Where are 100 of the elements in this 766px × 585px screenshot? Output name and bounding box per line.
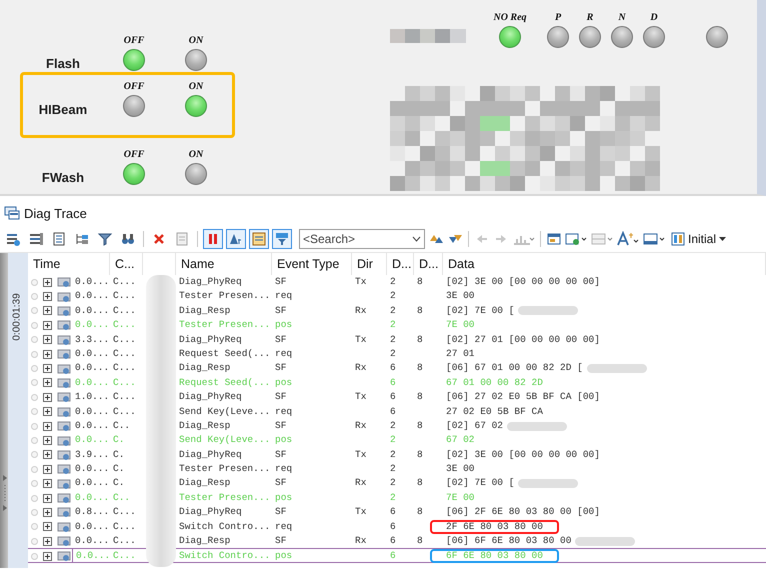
table-cell: 0.0... bbox=[75, 404, 110, 419]
bullet-icon bbox=[31, 365, 38, 372]
table-cell-text: 8 bbox=[417, 505, 423, 520]
column-header[interactable]: Dir bbox=[352, 253, 387, 275]
font-icon[interactable] bbox=[617, 231, 640, 247]
table-cell-text: SF bbox=[275, 304, 286, 318]
caret-icon[interactable] bbox=[412, 236, 421, 242]
lamp-caption: P bbox=[554, 12, 562, 24]
table-cell: 0.0... bbox=[75, 462, 110, 476]
column-header[interactable]: Name bbox=[176, 253, 272, 275]
toolbar-button[interactable] bbox=[203, 229, 223, 249]
expand-icon[interactable] bbox=[43, 350, 52, 359]
table-cell-text: Diag_PhyReq bbox=[179, 505, 242, 520]
table-cell-text: Rx bbox=[355, 418, 366, 433]
table-cell: C... bbox=[113, 332, 136, 347]
table-cell-text: 6 bbox=[390, 390, 396, 404]
bullet-icon bbox=[31, 350, 38, 358]
list-icon bbox=[5, 231, 21, 247]
table-cell-text: Tx bbox=[355, 448, 366, 462]
window-icon[interactable] bbox=[565, 231, 588, 247]
table-cell: 2 bbox=[390, 332, 396, 347]
table-cell-text: Diag_Resp bbox=[179, 304, 230, 318]
message-icon bbox=[57, 348, 71, 360]
table-cell-text: SF bbox=[275, 505, 286, 520]
column-header[interactable]: C... bbox=[110, 253, 143, 275]
table-cell: Tester Presen... bbox=[179, 462, 270, 476]
table-cell-text: C.. bbox=[113, 418, 130, 433]
message-icon bbox=[57, 319, 71, 332]
expand-icon[interactable] bbox=[43, 335, 52, 344]
expand-icon[interactable] bbox=[43, 278, 52, 287]
column-header[interactable]: D... bbox=[387, 253, 414, 275]
search-field[interactable]: <Search> bbox=[299, 229, 425, 249]
lamp-label: FWash bbox=[42, 170, 84, 185]
table-cell: Tx bbox=[355, 332, 366, 347]
tree-icon bbox=[74, 231, 90, 247]
table-cell-text: 2 bbox=[390, 490, 396, 505]
table-cell: Diag_Resp bbox=[179, 534, 230, 548]
toolbar-button[interactable] bbox=[226, 229, 246, 249]
expand-icon[interactable] bbox=[43, 422, 52, 431]
expand-icon[interactable] bbox=[43, 494, 52, 503]
expand-icon[interactable] bbox=[43, 552, 52, 561]
expand-icon[interactable] bbox=[43, 392, 52, 402]
lamp-caption: N bbox=[618, 12, 626, 24]
expand-icon[interactable] bbox=[43, 436, 52, 445]
table-cell: C. bbox=[113, 462, 124, 476]
bullet-icon bbox=[31, 523, 38, 530]
table-cell-text: SF bbox=[275, 361, 286, 376]
message-icon bbox=[57, 478, 71, 490]
toolbar-button[interactable] bbox=[272, 229, 292, 249]
table-cell-text: Tester Presen... bbox=[179, 490, 270, 505]
bullet-icon bbox=[31, 322, 38, 329]
expand-icon[interactable] bbox=[43, 508, 52, 517]
data-value: 3E 00 bbox=[446, 462, 475, 476]
table-cell-text: 8 bbox=[417, 304, 423, 318]
column-header[interactable]: Time bbox=[28, 253, 110, 275]
data-value: 67 01 00 00 82 2D bbox=[446, 376, 543, 390]
data-value: 27 01 bbox=[446, 346, 475, 361]
expand-icon[interactable] bbox=[43, 464, 52, 474]
table-cell-text: 2 bbox=[390, 476, 396, 490]
message-icon bbox=[57, 420, 71, 432]
table-cell-text: Tester Presen... bbox=[179, 289, 270, 304]
table-cell: 6 bbox=[390, 550, 396, 563]
column-header[interactable]: D... bbox=[414, 253, 443, 275]
window-icon[interactable] bbox=[643, 231, 666, 247]
column-header[interactable]: Data bbox=[443, 253, 766, 275]
data-value: 7E 00 bbox=[446, 490, 475, 505]
table-cell-text: SF bbox=[275, 448, 286, 462]
expand-icon[interactable] bbox=[43, 479, 52, 488]
expand-icon[interactable] bbox=[43, 306, 52, 316]
view-menu[interactable]: Initial bbox=[669, 232, 728, 246]
table-cell-text: C... bbox=[113, 361, 136, 376]
table-cell-text: pos bbox=[275, 490, 292, 505]
lamp-caption: NO Req bbox=[493, 12, 527, 24]
table-cell-text: 6 bbox=[390, 520, 396, 534]
table-cell-text: req bbox=[275, 346, 292, 361]
bullet-icon bbox=[31, 552, 38, 560]
data-value: 2F 6E 80 03 80 00 bbox=[446, 522, 543, 532]
expand-icon[interactable] bbox=[43, 378, 52, 388]
expand-icon[interactable] bbox=[43, 536, 52, 546]
message-icon bbox=[57, 334, 71, 346]
window-icon[interactable] bbox=[546, 231, 562, 247]
table-cell: req bbox=[275, 404, 292, 419]
window-icon bbox=[4, 206, 20, 220]
toolbar-button[interactable] bbox=[249, 229, 269, 249]
table-cell-text: 0.0... bbox=[75, 476, 110, 490]
expand-icon[interactable] bbox=[43, 292, 52, 302]
table-cell-text: SF bbox=[275, 418, 286, 433]
expand-icon[interactable] bbox=[43, 450, 52, 460]
expand-icon[interactable] bbox=[43, 407, 52, 416]
expand-icon[interactable] bbox=[43, 320, 52, 330]
message-icon bbox=[57, 463, 71, 476]
column-header[interactable]: Event Type bbox=[272, 253, 352, 275]
table-cell: 6 bbox=[390, 404, 396, 419]
expand-icon[interactable] bbox=[43, 364, 52, 374]
expand-icon[interactable] bbox=[43, 522, 52, 532]
table-cell: 0.0... bbox=[76, 550, 110, 563]
table-cell-text: 2 bbox=[390, 448, 396, 462]
message-icon bbox=[57, 391, 71, 404]
table-cell-text: 3.9... bbox=[75, 448, 110, 462]
message-icon bbox=[57, 448, 71, 461]
